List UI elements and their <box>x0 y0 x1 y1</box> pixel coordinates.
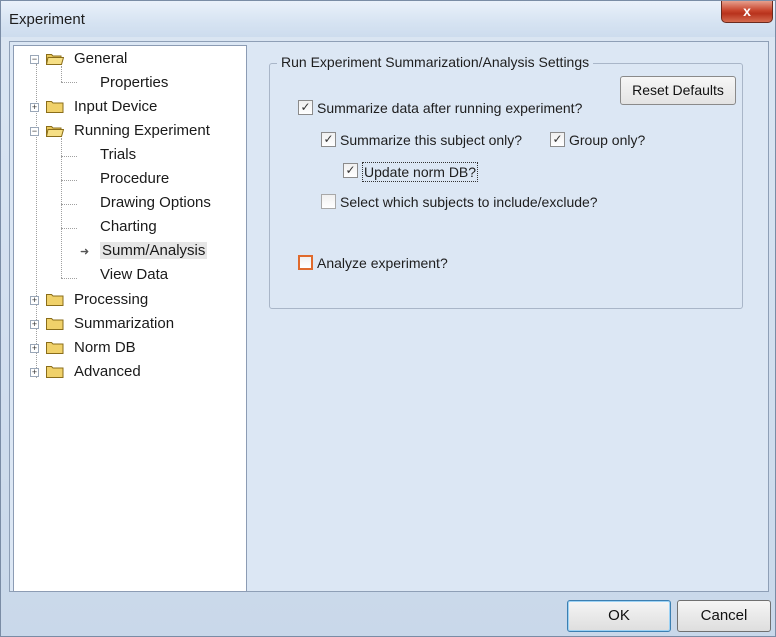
checkbox-unchecked-icon[interactable] <box>321 194 336 209</box>
tree-item-summ-analysis[interactable]: Summ/Analysis <box>100 240 208 262</box>
settings-tree: − General Properties + Input Device − Ru… <box>13 45 247 592</box>
collapse-icon[interactable]: − <box>30 127 39 136</box>
tree-item-drawing-options[interactable]: Drawing Options <box>100 192 211 214</box>
tree-line <box>61 278 77 279</box>
tree-item-charting[interactable]: Charting <box>100 216 157 238</box>
selected-arrow-icon: ➜ <box>80 246 90 258</box>
tree-item-procedure[interactable]: Procedure <box>100 168 169 190</box>
expand-icon[interactable]: + <box>30 103 39 112</box>
tree-line <box>61 156 77 157</box>
window-title: Experiment <box>9 11 85 28</box>
ok-button[interactable]: OK <box>567 600 671 632</box>
collapse-icon[interactable]: − <box>30 55 39 64</box>
reset-defaults-button[interactable]: Reset Defaults <box>620 76 736 105</box>
tree-line <box>61 82 77 83</box>
cancel-button[interactable]: Cancel <box>677 600 771 632</box>
group-title: Run Experiment Summarization/Analysis Se… <box>277 54 594 70</box>
tree-item-properties[interactable]: Properties <box>100 72 168 94</box>
tree-line <box>61 138 62 278</box>
checkbox-checked-icon[interactable]: ✓ <box>343 163 358 178</box>
tree-line <box>61 180 77 181</box>
experiment-window: Experiment x − General Properties + Inpu… <box>0 0 776 637</box>
title-bar[interactable]: Experiment x <box>1 1 775 37</box>
folder-icon <box>46 366 64 378</box>
expand-icon[interactable]: + <box>30 344 39 353</box>
folder-icon <box>46 101 64 113</box>
folder-open-icon <box>46 54 64 65</box>
tree-line <box>61 66 62 82</box>
folder-icon <box>46 294 64 306</box>
checkbox-checked-icon[interactable]: ✓ <box>550 132 565 147</box>
expand-icon[interactable]: + <box>30 368 39 377</box>
checkbox-checked-icon[interactable]: ✓ <box>298 100 313 115</box>
checkbox-unchecked-icon[interactable] <box>298 255 313 270</box>
checkbox-checked-icon[interactable]: ✓ <box>321 132 336 147</box>
expand-icon[interactable]: + <box>30 296 39 305</box>
expand-icon[interactable]: + <box>30 320 39 329</box>
folder-icon <box>46 342 64 354</box>
folder-icon <box>46 318 64 330</box>
tree-line <box>61 204 77 205</box>
tree-item-view-data[interactable]: View Data <box>100 264 168 286</box>
tree-line <box>61 228 77 229</box>
folder-open-icon <box>46 126 64 137</box>
tree-item-trials[interactable]: Trials <box>100 144 136 166</box>
close-icon: x <box>743 3 751 19</box>
close-button[interactable]: x <box>721 1 773 23</box>
